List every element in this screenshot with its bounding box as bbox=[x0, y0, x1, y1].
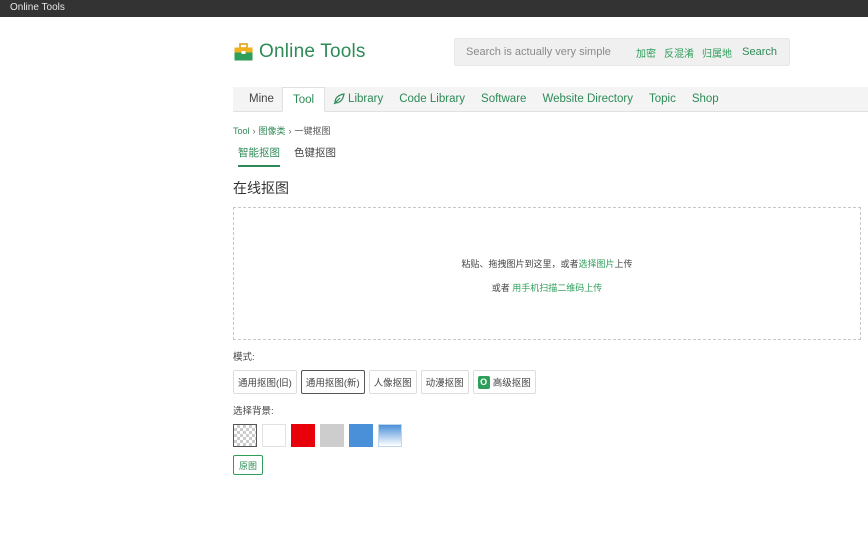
dropzone-text-suffix: 上传 bbox=[614, 259, 633, 269]
select-image-link[interactable]: 选择图片 bbox=[578, 259, 614, 269]
nav-item-library[interactable]: Library bbox=[325, 87, 391, 111]
window-title: Online Tools bbox=[10, 2, 65, 13]
image-dropzone[interactable]: 粘贴、拖拽图片到这里，或者选择图片上传 或者 用手机扫描二维码上传 bbox=[233, 207, 861, 340]
breadcrumb-separator: › bbox=[252, 126, 256, 136]
nav-item-tool[interactable]: Tool bbox=[281, 87, 326, 112]
dropzone-mobile-instruction: 或者 用手机扫描二维码上传 bbox=[234, 281, 860, 294]
subtabs: 智能抠图 色键抠图 bbox=[238, 145, 350, 167]
swatch-gradient[interactable] bbox=[378, 424, 402, 447]
swatch-transparent[interactable] bbox=[233, 424, 257, 447]
original-image-button[interactable]: 原图 bbox=[233, 455, 263, 475]
nav-item-shop[interactable]: Shop bbox=[684, 87, 727, 111]
mode-general-old-button[interactable]: 通用抠图(旧) bbox=[233, 370, 297, 394]
nav-item-topic[interactable]: Topic bbox=[641, 87, 684, 111]
advanced-badge-icon: O bbox=[477, 375, 490, 389]
swatch-white[interactable] bbox=[262, 424, 286, 447]
breadcrumb-current: 一键抠图 bbox=[294, 126, 331, 136]
window-title-bar: Online Tools bbox=[0, 0, 868, 17]
search-bar: 加密 反混淆 归属地 Search bbox=[454, 38, 790, 66]
breadcrumb-separator: › bbox=[288, 126, 292, 136]
tab-chroma-key-cutout[interactable]: 色键抠图 bbox=[294, 145, 336, 167]
mode-label: 模式: bbox=[233, 352, 255, 363]
search-input[interactable] bbox=[466, 46, 628, 58]
leaf-icon bbox=[333, 93, 345, 105]
swatch-gray[interactable] bbox=[320, 424, 344, 447]
search-button[interactable]: Search bbox=[742, 46, 777, 58]
dropzone-or-text: 或者 bbox=[491, 283, 510, 293]
swatch-blue[interactable] bbox=[349, 424, 373, 447]
logo-text: Online Tools bbox=[259, 41, 366, 62]
breadcrumb: Tool › 图像类 › 一键抠图 bbox=[233, 124, 331, 137]
search-quick-link-location[interactable]: 归属地 bbox=[702, 45, 732, 60]
toolbox-icon bbox=[234, 43, 253, 61]
tab-smart-cutout[interactable]: 智能抠图 bbox=[238, 145, 280, 167]
mode-portrait-button[interactable]: 人像抠图 bbox=[368, 370, 417, 394]
nav-item-code-library[interactable]: Code Library bbox=[391, 87, 473, 111]
page-title: 在线抠图 bbox=[233, 180, 289, 196]
main-nav: Mine Tool Library Code Library Software … bbox=[233, 87, 868, 112]
breadcrumb-image-category[interactable]: 图像类 bbox=[259, 126, 286, 136]
background-swatches bbox=[233, 424, 407, 447]
search-quick-link-encrypt[interactable]: 加密 bbox=[636, 45, 656, 60]
background-label: 选择背景: bbox=[233, 406, 274, 417]
mode-anime-button[interactable]: 动漫抠图 bbox=[420, 370, 469, 394]
nav-item-software[interactable]: Software bbox=[473, 87, 534, 111]
dropzone-instruction: 粘贴、拖拽图片到这里，或者选择图片上传 bbox=[234, 257, 860, 270]
swatch-red[interactable] bbox=[291, 424, 315, 447]
mode-selector: 通用抠图(旧) 通用抠图(新) 人像抠图 动漫抠图 O 高级抠图 bbox=[233, 370, 540, 394]
breadcrumb-tool[interactable]: Tool bbox=[233, 126, 250, 136]
dropzone-text: 粘贴、拖拽图片到这里，或者 bbox=[461, 259, 579, 269]
mode-general-new-button[interactable]: 通用抠图(新) bbox=[300, 370, 365, 394]
mode-advanced-button[interactable]: O 高级抠图 bbox=[472, 370, 536, 394]
nav-item-library-label: Library bbox=[348, 93, 384, 105]
scan-qr-upload-link[interactable]: 用手机扫描二维码上传 bbox=[512, 283, 602, 293]
nav-item-website-directory[interactable]: Website Directory bbox=[534, 87, 641, 111]
nav-item-mine[interactable]: Mine bbox=[233, 87, 282, 111]
site-logo[interactable]: Online Tools bbox=[234, 41, 366, 63]
mode-advanced-label: 高级抠图 bbox=[492, 378, 531, 389]
search-quick-link-deobfuscate[interactable]: 反混淆 bbox=[664, 45, 694, 60]
